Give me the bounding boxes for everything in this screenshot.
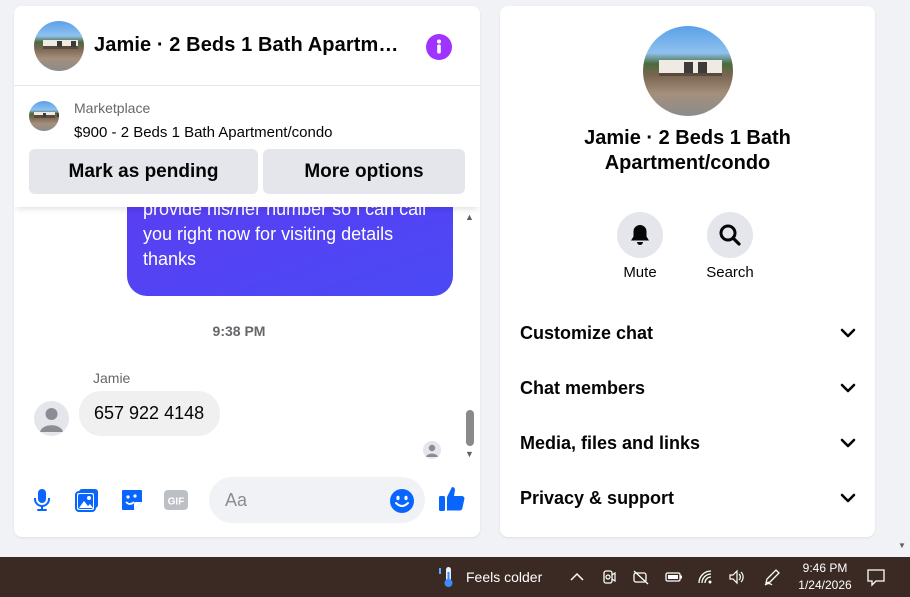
weather-widget[interactable]: Feels colder	[436, 566, 542, 588]
chevron-up-icon[interactable]	[567, 567, 587, 587]
section-chat-members[interactable]: Chat members	[520, 373, 856, 403]
microphone-icon[interactable]	[29, 487, 55, 513]
section-customize-chat[interactable]: Customize chat	[520, 318, 856, 348]
section-label: Privacy & support	[520, 487, 675, 508]
listing-thumbnail[interactable]	[29, 101, 59, 131]
gif-label: GIF	[168, 497, 185, 508]
profile-avatar[interactable]	[643, 26, 733, 116]
photo-icon[interactable]	[74, 487, 100, 513]
info-icon[interactable]	[426, 34, 452, 60]
scroll-up-arrow[interactable]: ▲	[465, 212, 474, 222]
system-clock[interactable]: 9:46 PM 1/24/2026	[790, 560, 860, 594]
section-media-files-links[interactable]: Media, files and links	[520, 428, 856, 458]
clock-time: 9:46 PM	[802, 561, 848, 575]
page-scroll-down-arrow[interactable]: ▼	[898, 541, 906, 550]
thumbs-up-icon[interactable]	[438, 485, 466, 518]
mute-button[interactable]: Mute	[605, 212, 675, 281]
sender-avatar[interactable]	[34, 401, 69, 436]
listing-label: Marketplace	[74, 100, 151, 116]
wifi-icon[interactable]	[696, 567, 716, 587]
message-list[interactable]: provide his/her number so i can call you…	[14, 207, 480, 461]
mute-label: Mute	[623, 264, 657, 281]
scroll-down-arrow[interactable]: ▼	[465, 449, 474, 459]
composer: GIF	[14, 471, 480, 531]
chat-info-panel: Jamie · 2 Beds 1 Bath Apartment/condo Mu…	[500, 6, 875, 537]
search-button[interactable]: Search	[695, 212, 765, 281]
thermometer-icon	[439, 567, 453, 587]
section-privacy-support[interactable]: Privacy & support	[520, 483, 856, 513]
chevron-down-icon	[840, 438, 856, 448]
message-timestamp: 9:38 PM	[212, 323, 266, 339]
marketplace-listing: Marketplace $900 - 2 Beds 1 Bath Apartme…	[14, 87, 480, 207]
chevron-down-icon	[840, 328, 856, 338]
section-label: Media, files and links	[520, 432, 701, 453]
camera-off-icon[interactable]	[631, 567, 651, 587]
notification-icon[interactable]	[866, 567, 886, 592]
listing-price-title[interactable]: $900 - 2 Beds 1 Bath Apartment/condo	[74, 124, 333, 141]
bell-icon[interactable]	[617, 212, 663, 258]
contact-avatar[interactable]	[34, 20, 84, 71]
pen-icon[interactable]	[762, 567, 782, 587]
chevron-down-icon	[840, 383, 856, 393]
outgoing-message[interactable]: provide his/her number so i can call you…	[127, 207, 453, 296]
weather-text: Feels colder	[466, 569, 543, 585]
search-label: Search	[706, 264, 754, 281]
volume-icon[interactable]	[727, 567, 747, 587]
read-receipt-avatar	[423, 441, 441, 459]
incoming-message[interactable]: 657 922 4148	[79, 391, 220, 436]
more-options-button[interactable]: More options	[263, 149, 465, 194]
clock-date: 1/24/2026	[798, 578, 852, 592]
chevron-down-icon	[840, 493, 856, 503]
chat-panel: Jamie · 2 Beds 1 Bath Apartment/condo Ma…	[14, 6, 480, 537]
taskbar: Feels colder 9:46 PM 1/24/2026	[0, 557, 910, 597]
chat-header: Jamie · 2 Beds 1 Bath Apartment/condo	[14, 6, 480, 86]
gif-icon[interactable]: GIF	[163, 487, 189, 513]
section-label: Customize chat	[520, 322, 654, 343]
scrollbar-thumb[interactable]	[466, 410, 474, 446]
emoji-icon[interactable]	[389, 488, 415, 519]
mark-as-pending-button[interactable]: Mark as pending	[29, 149, 258, 194]
profile-name: Jamie · 2 Beds 1 Bath Apartment/condo	[584, 127, 791, 174]
search-icon[interactable]	[707, 212, 753, 258]
section-label: Chat members	[520, 377, 646, 398]
battery-icon[interactable]	[664, 567, 684, 587]
meet-now-icon[interactable]	[599, 567, 619, 587]
chat-title[interactable]: Jamie · 2 Beds 1 Bath Apartment/condo	[94, 34, 406, 57]
sender-name: Jamie	[93, 370, 131, 386]
sticker-icon[interactable]	[119, 487, 145, 513]
